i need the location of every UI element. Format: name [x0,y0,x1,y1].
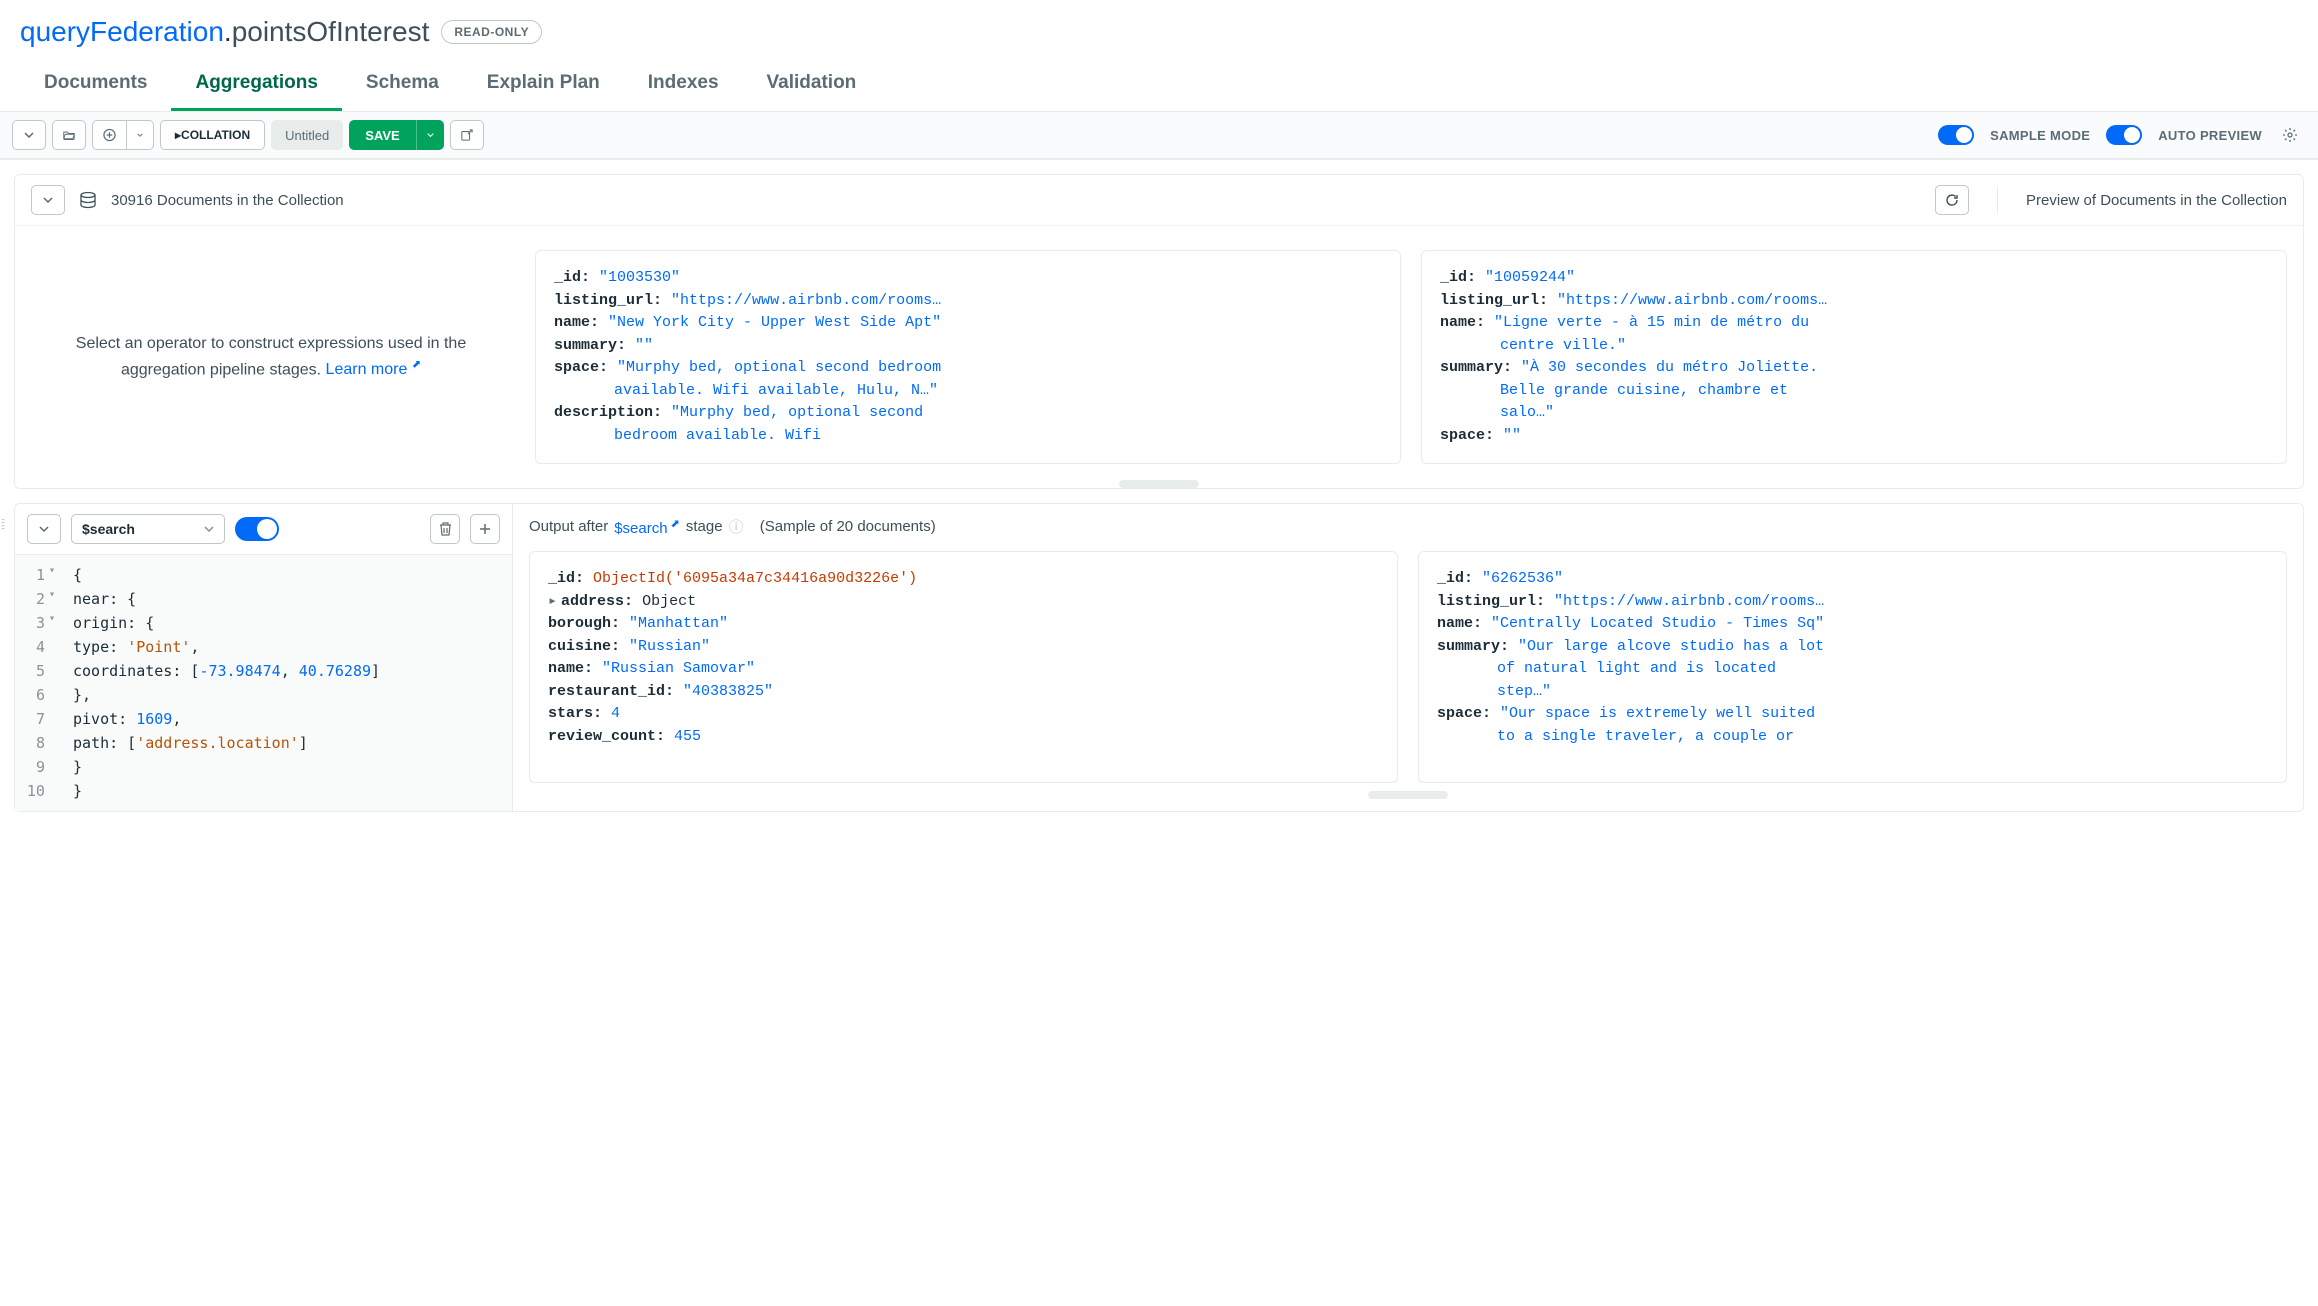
collation-button[interactable]: ▸ COLLATION [160,120,265,150]
source-panel-body: Select an operator to construct expressi… [15,226,2303,476]
output-operator-link[interactable]: $search ⬈ [614,517,680,537]
sample-mode-toggle[interactable] [1938,125,1974,145]
source-documents-panel: 30916 Documents in the Collection Previe… [14,174,2304,489]
refresh-button[interactable] [1935,185,1969,215]
output-preview-cards: _id: ObjectId('6095a34a7c34416a90d3226e'… [529,551,2287,783]
operator-info: Select an operator to construct expressi… [31,250,511,464]
stage-output-pane: Output after $search ⬈ stage ⓘ (Sample o… [513,504,2303,811]
chevron-down-icon [137,132,143,138]
trash-icon [439,522,452,536]
operator-select[interactable]: $search [71,514,225,544]
collection-name: pointsOfInterest [232,16,430,47]
learn-more-link[interactable]: Learn more ⬈ [326,361,422,378]
stage-output-header: Output after $search ⬈ stage ⓘ (Sample o… [529,516,2287,551]
plus-circle-icon [103,128,116,142]
preview-label: Preview of Documents in the Collection [2026,192,2287,209]
gear-icon [2282,127,2298,143]
collapse-source-button[interactable] [31,185,65,215]
stage-enabled-toggle[interactable] [235,517,279,541]
save-dropdown[interactable] [416,120,444,150]
info-icon[interactable]: ⓘ [729,516,744,537]
external-link-icon: ⬈ [412,359,421,371]
tab-explain-plan[interactable]: Explain Plan [463,72,624,111]
editor-code[interactable]: { near: { origin: { type: 'Point', coord… [63,555,512,811]
chevron-down-icon [39,526,49,532]
external-link-icon: ⬈ [668,518,680,530]
pipeline-name-button[interactable]: Untitled [271,120,343,150]
collection-tabs: Documents Aggregations Schema Explain Pl… [0,48,2318,112]
document-card[interactable]: _id: "6262536"listing_url: "https://www.… [1418,551,2287,783]
stage-editor[interactable]: 1 ▾2 ▾3 ▾4 5 6 7 8 9 10 { near: { origin… [15,555,512,811]
chevron-down-icon [24,132,34,138]
save-button[interactable]: SAVE [349,120,415,150]
add-stage-group [92,120,154,150]
drag-handle-icon[interactable]: ⦙⦙ [1,516,3,533]
add-after-stage-button[interactable] [470,514,500,544]
chevron-down-icon [43,197,53,203]
horizontal-scrollbar[interactable] [1368,791,1448,799]
tab-schema[interactable]: Schema [342,72,463,111]
stage-editor-pane: $search 1 ▾2 ▾3 ▾4 5 6 7 8 9 10 { near: … [15,504,513,811]
export-pipeline-button[interactable] [450,120,484,150]
documents-count: 30916 Documents in the Collection [111,192,344,209]
new-pipeline-dropdown[interactable] [12,120,46,150]
settings-button[interactable] [2282,127,2298,143]
editor-gutter: 1 ▾2 ▾3 ▾4 5 6 7 8 9 10 [15,555,63,811]
tab-documents[interactable]: Documents [20,72,171,111]
source-panel-header: 30916 Documents in the Collection Previe… [15,175,2303,226]
tab-validation[interactable]: Validation [743,72,881,111]
source-preview-cards: _id: "1003530"listing_url: "https://www.… [535,250,2287,464]
divider [1997,186,1998,214]
tab-aggregations[interactable]: Aggregations [171,72,341,111]
database-icon [79,191,97,209]
horizontal-scrollbar[interactable] [1119,480,1199,488]
breadcrumb: queryFederation.pointsOfInterest READ-ON… [20,16,2298,48]
open-pipeline-button[interactable] [52,120,86,150]
folder-open-icon [63,128,75,142]
chevron-down-icon [427,132,434,138]
document-card[interactable]: _id: ObjectId('6095a34a7c34416a90d3226e'… [529,551,1398,783]
add-stage-dropdown[interactable] [126,120,154,150]
save-group: SAVE [349,120,443,150]
pipeline-stage: ⦙⦙ $search 1 ▾2 ▾3 ▾4 5 6 7 8 9 10 { nea… [14,503,2304,812]
tab-indexes[interactable]: Indexes [624,72,743,111]
database-name[interactable]: queryFederation [20,16,224,47]
readonly-badge: READ-ONLY [441,20,542,44]
document-card[interactable]: _id: "1003530"listing_url: "https://www.… [535,250,1401,464]
auto-preview-toggle[interactable] [2106,125,2142,145]
auto-preview-label: AUTO PREVIEW [2158,128,2262,143]
sample-mode-label: SAMPLE MODE [1990,128,2090,143]
collection-header: queryFederation.pointsOfInterest READ-ON… [0,0,2318,48]
pipeline-toolbar: ▸ COLLATION Untitled SAVE SAMPLE MODE AU… [0,112,2318,160]
add-stage-button[interactable] [92,120,126,150]
plus-icon [479,523,491,535]
toolbar-right: SAMPLE MODE AUTO PREVIEW [1938,125,2306,145]
refresh-icon [1945,193,1959,207]
document-card[interactable]: _id: "10059244"listing_url: "https://www… [1421,250,2287,464]
collapse-stage-button[interactable] [27,514,61,544]
delete-stage-button[interactable] [430,514,460,544]
export-icon [461,128,473,142]
chevron-down-icon [204,526,214,532]
stage-header: $search [15,504,512,555]
